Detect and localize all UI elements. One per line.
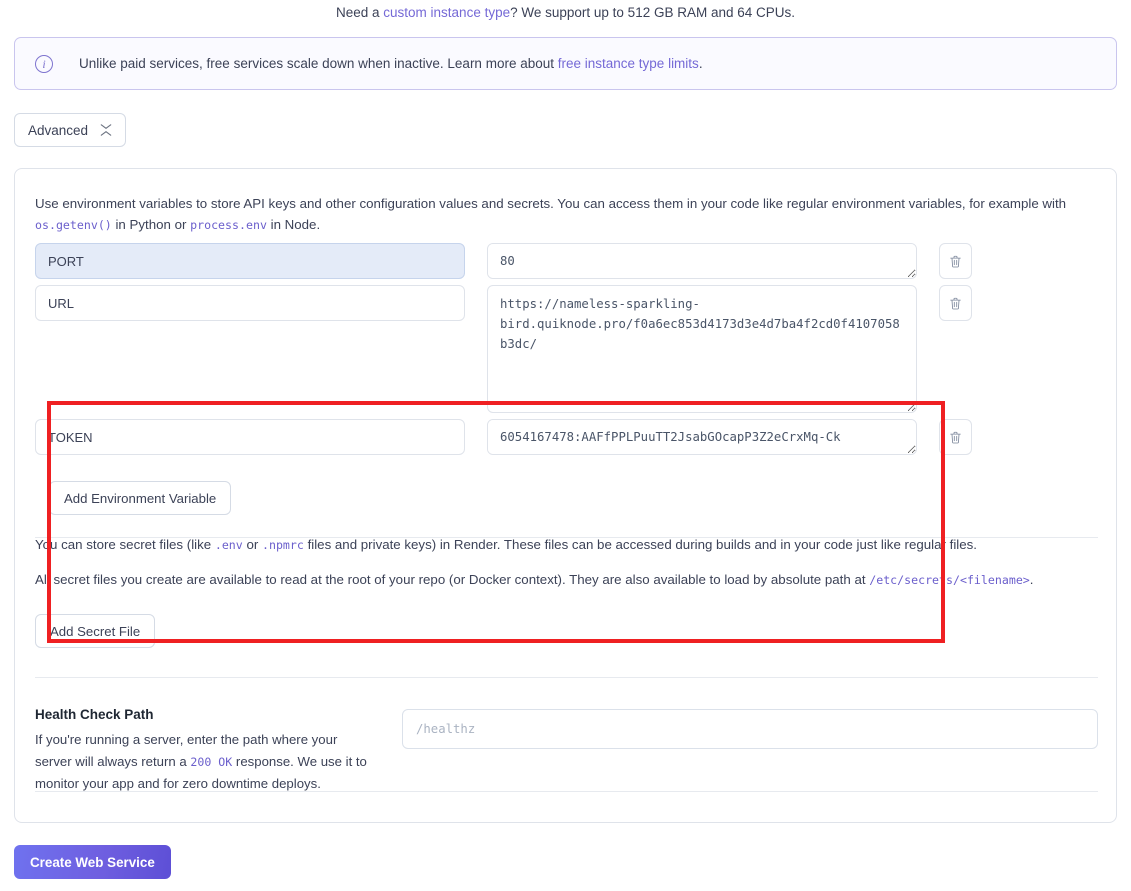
- env-desc-part2: in Python or: [111, 217, 191, 232]
- advanced-settings-card: Use environment variables to store API k…: [14, 168, 1117, 823]
- secret-files-description-1: You can store secret files (like .env or…: [35, 534, 977, 556]
- divider-after-secrets: [35, 677, 1098, 678]
- secret-desc-1a: You can store secret files (like: [35, 537, 215, 552]
- env-key-input-1[interactable]: [35, 285, 465, 321]
- info-circle-icon: i: [35, 54, 53, 73]
- web-service-settings-page: Need a custom instance type? We support …: [0, 0, 1131, 891]
- env-value-input-2[interactable]: 6054167478:AAFfPPLPuuTT2JsabGOcapP3Z2eCr…: [487, 419, 917, 455]
- code-process-env: process.env: [190, 218, 267, 232]
- environment-variable-list: 80 https://nameless-sparkling-bird.quikn…: [35, 243, 1098, 461]
- health-check-path-input[interactable]: [402, 709, 1098, 749]
- secret-files-description-2: All secret files you create are availabl…: [35, 569, 1033, 591]
- banner-text-prefix: Unlike paid services, free services scal…: [79, 56, 558, 71]
- health-check-description: If you're running a server, enter the pa…: [35, 729, 375, 795]
- delete-env-var-button-1[interactable]: [939, 285, 972, 321]
- collapse-icon: [100, 124, 112, 136]
- trash-icon: [950, 297, 961, 309]
- env-var-row: https://nameless-sparkling-bird.quiknode…: [35, 285, 1098, 413]
- env-value-input-1[interactable]: https://nameless-sparkling-bird.quiknode…: [487, 285, 917, 413]
- secret-desc-1b: or: [242, 537, 262, 552]
- env-desc-part1: Use environment variables to store API k…: [35, 196, 1067, 211]
- custom-instance-note-suffix: ? We support up to 512 GB RAM and 64 CPU…: [510, 5, 796, 20]
- secret-desc-2a: All secret files you create are availabl…: [35, 572, 870, 587]
- delete-env-var-button-2[interactable]: [939, 419, 972, 455]
- custom-instance-note-prefix: Need a: [335, 5, 384, 20]
- code-os-getenv: os.getenv(): [35, 218, 112, 232]
- health-check-title: Health Check Path: [35, 707, 154, 722]
- env-key-input-0[interactable]: [35, 243, 465, 279]
- add-environment-variable-button[interactable]: Add Environment Variable: [49, 481, 232, 515]
- code-env-file: .env: [214, 538, 243, 552]
- custom-instance-note: Need a custom instance type? We support …: [0, 4, 1131, 22]
- secret-desc-1c: files and private keys) in Render. These…: [303, 537, 977, 552]
- env-desc-part3: in Node.: [266, 217, 321, 232]
- trash-icon: [950, 255, 961, 267]
- custom-instance-type-link[interactable]: custom instance type: [383, 5, 510, 20]
- divider-bottom: [35, 791, 1098, 792]
- code-npmrc-file: .npmrc: [261, 538, 304, 552]
- env-key-input-2[interactable]: [35, 419, 465, 455]
- trash-icon: [950, 431, 961, 443]
- advanced-toggle-button[interactable]: Advanced: [14, 113, 127, 147]
- env-value-input-0[interactable]: 80: [487, 243, 917, 279]
- code-etc-secrets-path: /etc/secrets/<filename>: [869, 573, 1030, 587]
- env-var-row: 80: [35, 243, 1098, 279]
- health-check-label-group: Health Check Path If you're running a se…: [35, 707, 375, 795]
- env-var-row: 6054167478:AAFfPPLPuuTT2JsabGOcapP3Z2eCr…: [35, 419, 1098, 455]
- banner-text-suffix: .: [698, 56, 703, 71]
- banner-text: Unlike paid services, free services scal…: [79, 56, 703, 71]
- advanced-label: Advanced: [28, 122, 89, 138]
- code-200-ok: 200 OK: [190, 755, 233, 769]
- free-instance-type-limits-link[interactable]: free instance type limits: [558, 56, 699, 71]
- env-var-description: Use environment variables to store API k…: [35, 193, 1070, 236]
- free-instance-info-banner: i Unlike paid services, free services sc…: [14, 37, 1117, 90]
- add-secret-file-button[interactable]: Add Secret File: [35, 614, 156, 648]
- secret-desc-2b: .: [1029, 572, 1034, 587]
- create-web-service-button[interactable]: Create Web Service: [14, 845, 171, 879]
- delete-env-var-button-0[interactable]: [939, 243, 972, 279]
